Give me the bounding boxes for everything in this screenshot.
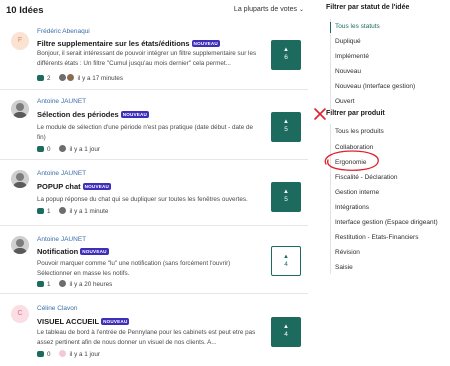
avatar: F	[11, 32, 29, 50]
idea-time: il y a 1 jour	[69, 351, 100, 358]
comment-icon	[37, 351, 44, 357]
chevron-down-icon: ⌄	[298, 7, 304, 13]
avatar: C	[11, 305, 29, 323]
vote-button[interactable]: ▲ 5	[271, 112, 301, 142]
status-filter-title: Filtrer par statut de l'idée	[326, 4, 410, 11]
status-filter-all[interactable]: Tous les statuts	[335, 23, 380, 30]
active-indicator	[330, 22, 331, 33]
idea-meta: 0 il y a 1 jour	[37, 145, 100, 153]
idea-title[interactable]: VISUEL ACCUEIL NOUVEAU	[37, 317, 130, 326]
status-filter-ouvert[interactable]: Ouvert	[335, 98, 355, 105]
idea-description: Pouvoir marquer comme "lu" une notificat…	[37, 260, 231, 277]
idea-card[interactable]: Antoine JAUNET Notification NOUVEAU Pouvo…	[0, 230, 308, 294]
ideas-main: 10 Idées La pluparts de votes ⌄ F Frédéri…	[0, 0, 310, 366]
product-filter-fiscalite[interactable]: Fiscalité - Déclaration	[335, 174, 398, 181]
idea-meta: 2 il y a 17 minutes	[37, 74, 123, 82]
vote-count: 5	[284, 196, 288, 203]
vote-button[interactable]: ▲ 4	[271, 246, 301, 276]
idea-meta: 0 il y a 1 jour	[37, 350, 100, 358]
product-filter-revision[interactable]: Révision	[335, 249, 360, 256]
commenter-avatar	[58, 74, 66, 81]
idea-card[interactable]: Antoine JAUNET Sélection des périodes NOU…	[0, 94, 308, 160]
product-filter-all[interactable]: Tous les produits	[335, 128, 384, 135]
idea-time: il y a 1 jour	[69, 146, 100, 153]
vote-count: 5	[284, 126, 288, 133]
comment-icon	[37, 146, 44, 152]
comment-count: 0	[47, 351, 51, 358]
commenter-avatar	[58, 280, 66, 287]
new-badge: NOUVEAU	[80, 248, 109, 255]
idea-title[interactable]: Notification NOUVEAU	[37, 247, 109, 256]
comment-icon	[37, 208, 44, 214]
idea-title[interactable]: Sélection des périodes NOUVEAU	[37, 110, 150, 119]
idea-description: Le module de sélection d'une période n'e…	[37, 124, 253, 141]
product-filter-line	[330, 124, 331, 274]
product-filter-interface-gestion[interactable]: Interface gestion (Espace dirigeant)	[335, 219, 438, 226]
comment-icon	[37, 75, 44, 81]
idea-card[interactable]: F Frédéric Abenaqui Filtre supplementair…	[0, 26, 308, 90]
idea-description: Bonjour, il serait intéressant de pouvoi…	[37, 50, 257, 67]
idea-time: il y a 17 minutes	[77, 75, 124, 82]
product-filter-integrations[interactable]: Intégrations	[335, 204, 369, 211]
product-filter-saisie[interactable]: Saisie	[335, 264, 353, 271]
vote-button[interactable]: ▲ 4	[271, 317, 301, 347]
commenter-avatar	[58, 145, 66, 152]
upvote-arrow-icon: ▲	[283, 254, 289, 260]
idea-author[interactable]: Antoine JAUNET	[37, 98, 86, 105]
status-filter-nouveau[interactable]: Nouveau	[335, 68, 361, 75]
sort-label: La pluparts de votes	[233, 6, 297, 13]
commenter-avatar	[58, 350, 66, 357]
idea-time: il y a 1 minute	[69, 208, 109, 215]
idea-title[interactable]: POPUP chat NOUVEAU	[37, 182, 112, 191]
status-filter-dupliqué[interactable]: Dupliqué	[335, 38, 361, 45]
idea-meta: 1 il y a 1 minute	[37, 207, 108, 215]
filter-sidebar: Filtrer par statut de l'idée Tous les st…	[326, 0, 450, 366]
status-filter-implemente[interactable]: Implémenté	[335, 53, 369, 60]
upvote-arrow-icon: ▲	[283, 119, 289, 125]
ideas-count-title: 10 Idées	[6, 5, 44, 16]
comment-count: 1	[47, 208, 51, 215]
vote-count: 6	[284, 54, 288, 61]
product-filter-ergonomie[interactable]: Ergonomie	[335, 159, 366, 166]
comment-icon	[37, 281, 44, 287]
new-badge: NOUVEAU	[82, 183, 112, 190]
idea-title[interactable]: Filtre supplementaire sur les états/édit…	[37, 39, 220, 48]
new-badge: NOUVEAU	[120, 111, 150, 118]
avatar	[11, 170, 29, 188]
product-filter-title: Filtrer par produit	[326, 110, 385, 117]
new-badge: NOUVEAU	[101, 318, 130, 325]
sort-dropdown[interactable]: La pluparts de votes ⌄	[234, 6, 304, 13]
idea-time: il y a 20 heures	[69, 281, 113, 288]
commenter-avatar	[66, 74, 74, 81]
vote-button[interactable]: ▲ 5	[271, 182, 301, 212]
avatar	[11, 236, 29, 254]
commenter-avatar	[58, 207, 66, 214]
idea-author[interactable]: Frédéric Abenaqui	[37, 28, 90, 35]
ideas-header: 10 Idées La pluparts de votes ⌄	[6, 5, 306, 19]
vote-button[interactable]: ▲ 6	[271, 40, 301, 70]
idea-author[interactable]: Céline Clavon	[37, 305, 77, 312]
product-filter-gestion-interne[interactable]: Gestion interne	[335, 189, 379, 196]
comment-count: 0	[47, 146, 51, 153]
vote-count: 4	[284, 261, 288, 268]
vote-count: 4	[284, 331, 288, 338]
idea-description: Le tableau de bord à l'entrée de Pennyla…	[37, 329, 256, 346]
idea-author[interactable]: Antoine JAUNET	[37, 236, 86, 243]
idea-card[interactable]: Antoine JAUNET POPUP chat NOUVEAU La popu…	[0, 164, 308, 226]
comment-count: 1	[47, 281, 51, 288]
upvote-arrow-icon: ▲	[283, 47, 289, 53]
product-filter-restitution[interactable]: Restitution - Etats-Financiers	[335, 234, 418, 241]
idea-card[interactable]: C Céline Clavon VISUEL ACCUEIL NOUVEAU Le…	[0, 298, 308, 364]
new-badge: NOUVEAU	[191, 40, 220, 47]
status-filter-nouveau-interface[interactable]: Nouveau (Interface gestion)	[335, 83, 415, 90]
upvote-arrow-icon: ▲	[283, 189, 289, 195]
idea-description: La popup réponse du chat qui se duplique…	[37, 196, 248, 203]
product-filter-collaboration[interactable]: Collaboration	[335, 144, 373, 151]
upvote-arrow-icon: ▲	[283, 324, 289, 330]
idea-author[interactable]: Antoine JAUNET	[37, 170, 86, 177]
comment-count: 2	[47, 75, 51, 82]
avatar	[11, 100, 29, 118]
idea-meta: 1 il y a 20 heures	[37, 280, 112, 288]
